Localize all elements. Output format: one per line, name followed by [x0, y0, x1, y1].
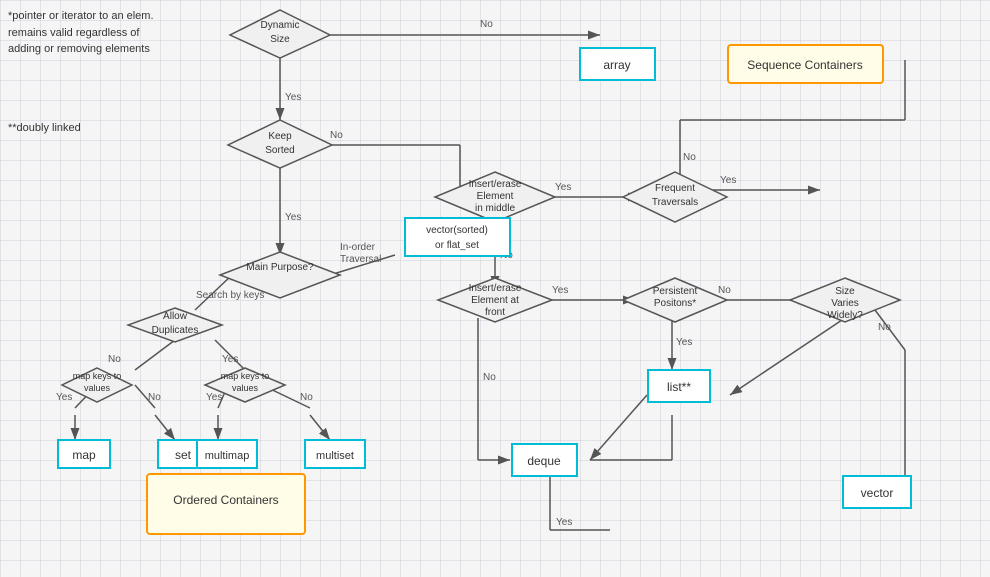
label-yes-map1: Yes	[56, 392, 72, 403]
label-ins-fr1: Insert/erase	[469, 283, 522, 294]
label-multimap: multimap	[205, 450, 250, 462]
label-yes-keep: Yes	[285, 212, 301, 223]
label-yes-dynamic: Yes	[285, 92, 301, 103]
label-no-map2: No	[300, 392, 313, 403]
label-freq2: Traversals	[652, 197, 698, 208]
diamond-keep-sorted	[228, 120, 332, 168]
label-traversal: Traversal	[340, 254, 381, 265]
label-search: Search by keys	[196, 290, 264, 301]
label-ins-fr3: front	[485, 307, 505, 318]
label-no-keep: No	[330, 130, 343, 141]
label-keep2: Sorted	[265, 145, 294, 156]
label-size2: Varies	[831, 298, 859, 309]
label-vector: vector	[861, 486, 894, 500]
label-dup-l2: Duplicates	[152, 325, 199, 336]
label-main1: Main Purpose?	[246, 262, 314, 273]
label-ins-mid2: Element	[477, 191, 514, 202]
label-keep1: Keep	[268, 131, 292, 142]
label-map: map	[72, 448, 96, 462]
label-multiset: multiset	[316, 450, 354, 462]
label-no-front: No	[483, 372, 496, 383]
label-no-array: No	[480, 19, 493, 30]
label-yes-middle: Yes	[555, 182, 571, 193]
label-persist1: Persistent	[653, 286, 698, 297]
label-yes-freq: Yes	[720, 175, 736, 186]
label-yes-deque: Yes	[556, 517, 572, 528]
label-ins-mid1: Insert/erase	[469, 179, 522, 190]
label-mapkr1: map keys to	[221, 371, 270, 381]
label-no-freq: No	[683, 152, 696, 163]
label-yes-map2: Yes	[206, 392, 222, 403]
label-no-persist: No	[718, 285, 731, 296]
label-yes-front: Yes	[552, 285, 568, 296]
label-array: array	[603, 58, 630, 72]
label-vsorted2: or flat_set	[435, 240, 479, 251]
label-inorder: In-order	[340, 242, 376, 253]
flowchart-canvas: In-order Traversal Search by keys	[0, 0, 990, 577]
label-size3: Widely?	[827, 310, 863, 321]
label-no-size: No	[878, 322, 891, 333]
label-size1: Size	[835, 286, 855, 297]
label-deque: deque	[527, 454, 561, 468]
label-mapkl2: values	[84, 383, 111, 393]
label-mapkr2: values	[232, 383, 259, 393]
label-mapkl1: map keys to	[73, 371, 122, 381]
label-dynamic2: Size	[270, 34, 290, 45]
label-set: set	[175, 448, 192, 462]
label-yes-persist: Yes	[676, 337, 692, 348]
label-freq1: Frequent	[655, 183, 695, 194]
label-dup-l1: Allow	[163, 311, 188, 322]
label-no-map1: No	[148, 392, 161, 403]
label-list: list**	[667, 380, 691, 394]
label-ordered1: Ordered Containers	[173, 493, 278, 507]
label-vsorted1: vector(sorted)	[426, 225, 488, 236]
label-dynamic1: Dynamic	[261, 20, 300, 31]
label-sequence: Sequence Containers	[747, 58, 862, 72]
label-no-dup1: No	[108, 354, 121, 365]
label-ins-fr2: Element at	[471, 295, 519, 306]
flowchart-svg: In-order Traversal Search by keys	[0, 0, 990, 577]
pointer-note: *pointer or iterator to an elem. remains…	[8, 8, 163, 58]
label-persist2: Positons*	[654, 298, 696, 309]
label-yes-dup1: Yes	[222, 354, 238, 365]
doubly-linked-note: **doubly linked	[8, 120, 81, 137]
label-ins-mid3: in middle	[475, 203, 515, 214]
